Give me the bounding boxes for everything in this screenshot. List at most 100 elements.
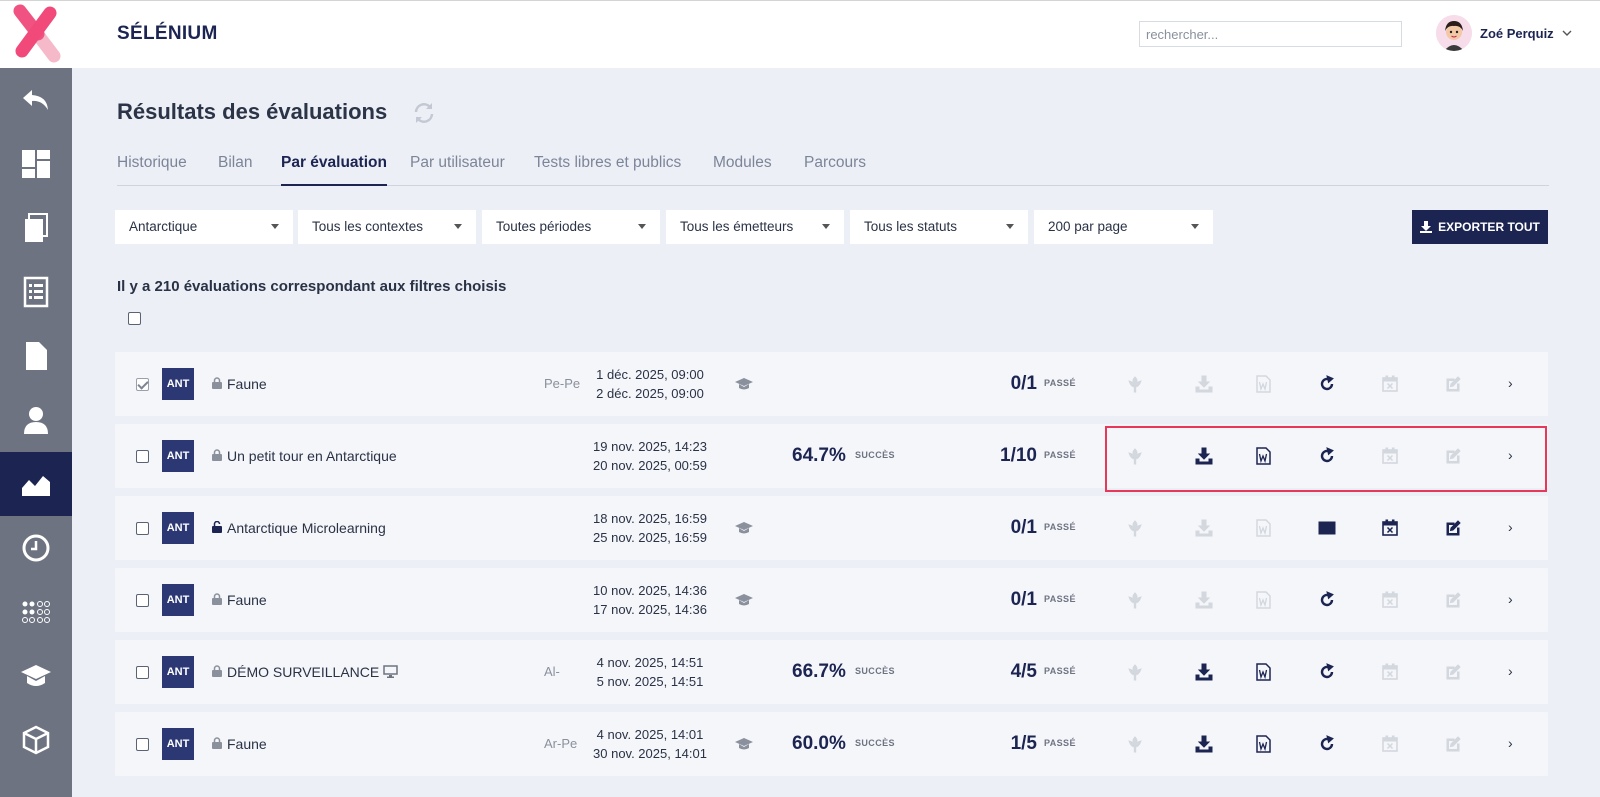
calendar-x-icon[interactable] <box>1381 591 1399 609</box>
app-logo[interactable] <box>0 1 72 69</box>
tab-par-utilisateur[interactable]: Par utilisateur <box>410 154 505 186</box>
tab-modules[interactable]: Modules <box>713 154 772 186</box>
table-row[interactable]: ANT Antarctique Microlearning 18 nov. 2025… <box>115 496 1548 560</box>
filter-domain[interactable]: Antarctique <box>115 210 293 244</box>
filter-per-page[interactable]: 200 par page <box>1034 210 1213 244</box>
evaluation-name[interactable]: DÉMO SURVEILLANCE <box>227 664 398 680</box>
leaf-icon[interactable] <box>1126 735 1144 753</box>
lock-icon <box>212 449 222 461</box>
filter-status[interactable]: Tous les statuts <box>850 210 1028 244</box>
select-all-checkbox[interactable] <box>128 312 141 325</box>
sidebar-item-results[interactable] <box>0 452 72 516</box>
tab-tests-libres[interactable]: Tests libres et publics <box>534 154 681 186</box>
leaf-icon[interactable] <box>1126 447 1144 465</box>
chevron-right-icon[interactable]: › <box>1508 447 1520 465</box>
date-range: 4 nov. 2025, 14:51 5 nov. 2025, 14:51 <box>596 655 704 689</box>
sidebar-item-training[interactable] <box>0 644 72 708</box>
refresh-icon[interactable] <box>411 100 437 126</box>
edit-icon[interactable] <box>1444 519 1462 537</box>
calendar-x-icon[interactable] <box>1381 735 1399 753</box>
barcode-icon[interactable] <box>1318 519 1336 537</box>
word-doc-icon[interactable] <box>1254 375 1272 393</box>
edit-icon[interactable] <box>1444 663 1462 681</box>
sidebar-item-grid[interactable] <box>0 580 72 644</box>
calendar-x-icon[interactable] <box>1381 447 1399 465</box>
status-label: PASSÉ <box>1044 666 1076 676</box>
edit-icon[interactable] <box>1444 447 1462 465</box>
sidebar-item-documents[interactable] <box>0 196 72 260</box>
filter-emitter[interactable]: Tous les émetteurs <box>666 210 844 244</box>
evaluation-name[interactable]: Faune <box>227 376 267 392</box>
user-menu[interactable]: Zoé Perquiz <box>1436 15 1572 51</box>
row-checkbox[interactable] <box>136 378 149 391</box>
table-row[interactable]: ANT Un petit tour en Antarctique 19 nov. 2… <box>115 424 1548 488</box>
download-icon[interactable] <box>1195 735 1213 753</box>
filter-context[interactable]: Tous les contextes <box>298 210 476 244</box>
evaluation-name[interactable]: Antarctique Microlearning <box>227 520 386 536</box>
reset-icon[interactable] <box>1318 663 1336 681</box>
tab-par-evaluation[interactable]: Par évaluation <box>281 154 387 186</box>
reset-icon[interactable] <box>1318 735 1336 753</box>
sidebar-item-file[interactable] <box>0 324 72 388</box>
sidebar-item-dashboard[interactable] <box>0 132 72 196</box>
table-row[interactable]: ANT Faune Ar-Pe 4 nov. 2025, 14:01 30 nov. 2… <box>115 712 1548 776</box>
export-all-button[interactable]: EXPORTER TOUT <box>1412 210 1548 244</box>
download-icon[interactable] <box>1195 447 1213 465</box>
chevron-right-icon[interactable]: › <box>1508 591 1520 609</box>
caret-down-icon <box>1191 224 1199 229</box>
row-checkbox[interactable] <box>136 450 149 463</box>
row-checkbox[interactable] <box>136 522 149 535</box>
download-icon[interactable] <box>1195 375 1213 393</box>
tab-historique[interactable]: Historique <box>117 154 187 186</box>
chevron-right-icon[interactable]: › <box>1508 663 1520 681</box>
evaluation-name[interactable]: Faune <box>227 592 267 608</box>
table-row[interactable]: ANT Faune Pe-Pe 1 déc. 2025, 09:00 2 déc. 20… <box>115 352 1548 416</box>
chevron-right-icon[interactable]: › <box>1508 735 1520 753</box>
leaf-icon[interactable] <box>1126 663 1144 681</box>
evaluation-name[interactable]: Faune <box>227 736 267 752</box>
lock-icon <box>212 593 222 605</box>
search-input[interactable] <box>1139 21 1402 47</box>
reset-icon[interactable] <box>1318 375 1336 393</box>
graduation-cap-icon <box>735 738 753 750</box>
word-doc-icon[interactable] <box>1254 735 1272 753</box>
evaluation-name[interactable]: Un petit tour en Antarctique <box>227 448 397 464</box>
edit-icon[interactable] <box>1444 591 1462 609</box>
download-icon[interactable] <box>1195 519 1213 537</box>
calendar-x-icon[interactable] <box>1381 519 1399 537</box>
leaf-icon[interactable] <box>1126 519 1144 537</box>
sidebar-item-users[interactable] <box>0 388 72 452</box>
word-doc-icon[interactable] <box>1254 591 1272 609</box>
row-checkbox[interactable] <box>136 666 149 679</box>
word-doc-icon[interactable] <box>1254 663 1272 681</box>
word-doc-icon[interactable] <box>1254 447 1272 465</box>
sidebar-item-back[interactable] <box>0 68 72 132</box>
download-icon[interactable] <box>1195 663 1213 681</box>
graduation-cap-icon <box>735 594 753 606</box>
download-icon[interactable] <box>1195 591 1213 609</box>
sidebar-item-list[interactable] <box>0 260 72 324</box>
tab-bilan[interactable]: Bilan <box>218 154 252 186</box>
edit-icon[interactable] <box>1444 735 1462 753</box>
edit-icon[interactable] <box>1444 375 1462 393</box>
calendar-x-icon[interactable] <box>1381 663 1399 681</box>
row-checkbox[interactable] <box>136 738 149 751</box>
calendar-x-icon[interactable] <box>1381 375 1399 393</box>
leaf-icon[interactable] <box>1126 375 1144 393</box>
filter-period[interactable]: Toutes périodes <box>482 210 660 244</box>
reset-icon[interactable] <box>1318 591 1336 609</box>
sidebar-item-modules[interactable] <box>0 708 72 772</box>
reset-icon[interactable] <box>1318 447 1336 465</box>
success-percent: 64.7% <box>792 445 846 466</box>
leaf-icon[interactable] <box>1126 591 1144 609</box>
table-row[interactable]: ANT DÉMO SURVEILLANCE Al- 4 nov. 2025, 14:… <box>115 640 1548 704</box>
row-checkbox[interactable] <box>136 594 149 607</box>
word-doc-icon[interactable] <box>1254 519 1272 537</box>
download-icon <box>1420 221 1433 233</box>
tab-parcours[interactable]: Parcours <box>804 154 866 186</box>
chevron-right-icon[interactable]: › <box>1508 519 1520 537</box>
domain-badge: ANT <box>162 584 194 616</box>
chevron-right-icon[interactable]: › <box>1508 375 1520 393</box>
sidebar-item-history[interactable] <box>0 516 72 580</box>
table-row[interactable]: ANT Faune 10 nov. 2025, 14:36 17 nov. 2025,… <box>115 568 1548 632</box>
